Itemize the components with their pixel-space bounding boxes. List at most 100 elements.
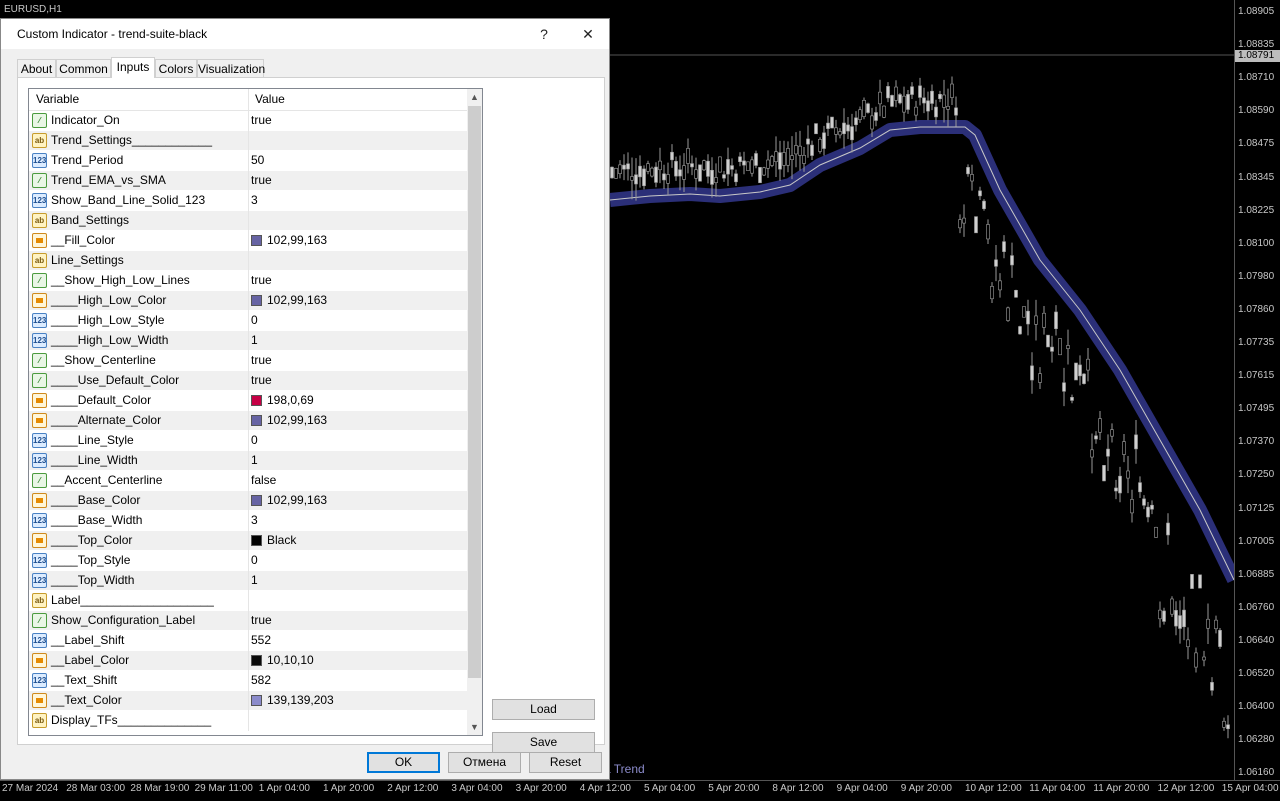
input-row[interactable]: ____Top_Color Black xyxy=(29,531,467,551)
value-cell[interactable]: 1 xyxy=(248,451,467,471)
input-row[interactable]: 123 ____Line_Style 0 xyxy=(29,431,467,451)
value-cell[interactable]: 102,99,163 xyxy=(248,231,467,251)
value-cell[interactable] xyxy=(248,131,467,151)
variable-cell[interactable]: 123 ____Line_Style xyxy=(29,431,248,451)
scroll-thumb[interactable] xyxy=(468,106,481,678)
value-cell[interactable]: 102,99,163 xyxy=(248,491,467,511)
value-cell[interactable]: Black xyxy=(248,531,467,551)
grid-scrollbar[interactable]: ▲ ▼ xyxy=(467,89,482,735)
input-row[interactable]: 123 __Label_Shift 552 xyxy=(29,631,467,651)
input-row[interactable]: ab Display_TFs______________ xyxy=(29,711,467,731)
variable-cell[interactable]: ⁄ __Accent_Centerline xyxy=(29,471,248,491)
input-row[interactable]: ab Band_Settings xyxy=(29,211,467,231)
variable-cell[interactable]: 123 ____Top_Style xyxy=(29,551,248,571)
input-row[interactable]: ab Label____________________ xyxy=(29,591,467,611)
input-row[interactable]: 123 __Text_Shift 582 xyxy=(29,671,467,691)
input-row[interactable]: 123 ____High_Low_Style 0 xyxy=(29,311,467,331)
value-cell[interactable]: 102,99,163 xyxy=(248,291,467,311)
input-row[interactable]: ab Line_Settings xyxy=(29,251,467,271)
value-cell[interactable]: true xyxy=(248,271,467,291)
input-row[interactable]: __Fill_Color 102,99,163 xyxy=(29,231,467,251)
variable-cell[interactable]: ⁄ Trend_EMA_vs_SMA xyxy=(29,171,248,191)
value-cell[interactable]: 10,10,10 xyxy=(248,651,467,671)
input-row[interactable]: 123 ____Top_Width 1 xyxy=(29,571,467,591)
input-row[interactable]: 123 ____Top_Style 0 xyxy=(29,551,467,571)
close-icon[interactable]: ✕ xyxy=(573,23,603,45)
input-row[interactable]: ⁄ ____Use_Default_Color true xyxy=(29,371,467,391)
input-row[interactable]: ____High_Low_Color 102,99,163 xyxy=(29,291,467,311)
input-row[interactable]: 123 ____Line_Width 1 xyxy=(29,451,467,471)
value-cell[interactable]: 50 xyxy=(248,151,467,171)
ok-button[interactable]: OK xyxy=(367,752,440,773)
input-row[interactable]: ____Base_Color 102,99,163 xyxy=(29,491,467,511)
input-row[interactable]: ⁄ Show_Configuration_Label true xyxy=(29,611,467,631)
value-cell[interactable] xyxy=(248,211,467,231)
value-cell[interactable]: 3 xyxy=(248,511,467,531)
reset-button[interactable]: Reset xyxy=(529,752,602,773)
input-row[interactable]: 123 ____High_Low_Width 1 xyxy=(29,331,467,351)
dialog-titlebar[interactable]: Custom Indicator - trend-suite-black ? ✕ xyxy=(1,19,609,49)
value-cell[interactable]: true xyxy=(248,371,467,391)
variable-cell[interactable]: __Fill_Color xyxy=(29,231,248,251)
tab-common[interactable]: Common xyxy=(56,59,111,77)
input-row[interactable]: 123 Trend_Period 50 xyxy=(29,151,467,171)
value-cell[interactable]: false xyxy=(248,471,467,491)
input-row[interactable]: ⁄ Indicator_On true xyxy=(29,111,467,131)
input-row[interactable]: ⁄ __Accent_Centerline false xyxy=(29,471,467,491)
value-cell[interactable] xyxy=(248,591,467,611)
variable-cell[interactable]: ⁄ ____Use_Default_Color xyxy=(29,371,248,391)
header-value[interactable]: Value xyxy=(248,89,467,110)
value-cell[interactable]: 582 xyxy=(248,671,467,691)
variable-cell[interactable]: ____High_Low_Color xyxy=(29,291,248,311)
variable-cell[interactable]: ____Default_Color xyxy=(29,391,248,411)
variable-cell[interactable]: ⁄ __Show_Centerline xyxy=(29,351,248,371)
input-row[interactable]: ____Default_Color 198,0,69 xyxy=(29,391,467,411)
value-cell[interactable]: 1 xyxy=(248,571,467,591)
variable-cell[interactable]: ab Band_Settings xyxy=(29,211,248,231)
price-scale[interactable] xyxy=(1234,0,1280,780)
variable-cell[interactable]: 123 Trend_Period xyxy=(29,151,248,171)
value-cell[interactable]: 3 xyxy=(248,191,467,211)
input-row[interactable]: 123 Show_Band_Line_Solid_123 3 xyxy=(29,191,467,211)
variable-cell[interactable]: __Text_Color xyxy=(29,691,248,711)
tab-inputs[interactable]: Inputs xyxy=(111,57,155,78)
input-row[interactable]: ____Alternate_Color 102,99,163 xyxy=(29,411,467,431)
help-icon[interactable]: ? xyxy=(529,23,559,45)
variable-cell[interactable]: ab Trend_Settings____________ xyxy=(29,131,248,151)
value-cell[interactable]: true xyxy=(248,111,467,131)
variable-cell[interactable]: ____Base_Color xyxy=(29,491,248,511)
input-row[interactable]: __Label_Color 10,10,10 xyxy=(29,651,467,671)
input-row[interactable]: ⁄ Trend_EMA_vs_SMA true xyxy=(29,171,467,191)
input-row[interactable]: ab Trend_Settings____________ xyxy=(29,131,467,151)
time-scale[interactable] xyxy=(0,780,1280,801)
value-cell[interactable] xyxy=(248,711,467,731)
variable-cell[interactable]: ____Alternate_Color xyxy=(29,411,248,431)
variable-cell[interactable]: 123 __Text_Shift xyxy=(29,671,248,691)
value-cell[interactable]: 1 xyxy=(248,331,467,351)
value-cell[interactable]: 102,99,163 xyxy=(248,411,467,431)
tab-about[interactable]: About xyxy=(17,59,56,77)
variable-cell[interactable]: ⁄ Indicator_On xyxy=(29,111,248,131)
variable-cell[interactable]: 123 ____High_Low_Width xyxy=(29,331,248,351)
variable-cell[interactable]: ab Label____________________ xyxy=(29,591,248,611)
header-variable[interactable]: Variable xyxy=(29,89,248,110)
value-cell[interactable]: 198,0,69 xyxy=(248,391,467,411)
input-row[interactable]: 123 ____Base_Width 3 xyxy=(29,511,467,531)
input-row[interactable]: ⁄ __Show_High_Low_Lines true xyxy=(29,271,467,291)
value-cell[interactable]: true xyxy=(248,611,467,631)
scroll-down-icon[interactable]: ▼ xyxy=(467,719,482,735)
variable-cell[interactable]: 123 Show_Band_Line_Solid_123 xyxy=(29,191,248,211)
input-row[interactable]: __Text_Color 139,139,203 xyxy=(29,691,467,711)
variable-cell[interactable]: ⁄ __Show_High_Low_Lines xyxy=(29,271,248,291)
input-row[interactable]: ⁄ __Show_Centerline true xyxy=(29,351,467,371)
value-cell[interactable]: 0 xyxy=(248,311,467,331)
value-cell[interactable]: 0 xyxy=(248,551,467,571)
save-button[interactable]: Save xyxy=(492,732,595,753)
value-cell[interactable] xyxy=(248,251,467,271)
value-cell[interactable]: 0 xyxy=(248,431,467,451)
variable-cell[interactable]: 123 ____Line_Width xyxy=(29,451,248,471)
variable-cell[interactable]: ⁄ Show_Configuration_Label xyxy=(29,611,248,631)
tab-colors[interactable]: Colors xyxy=(155,59,197,77)
variable-cell[interactable]: 123 ____High_Low_Style xyxy=(29,311,248,331)
variable-cell[interactable]: __Label_Color xyxy=(29,651,248,671)
